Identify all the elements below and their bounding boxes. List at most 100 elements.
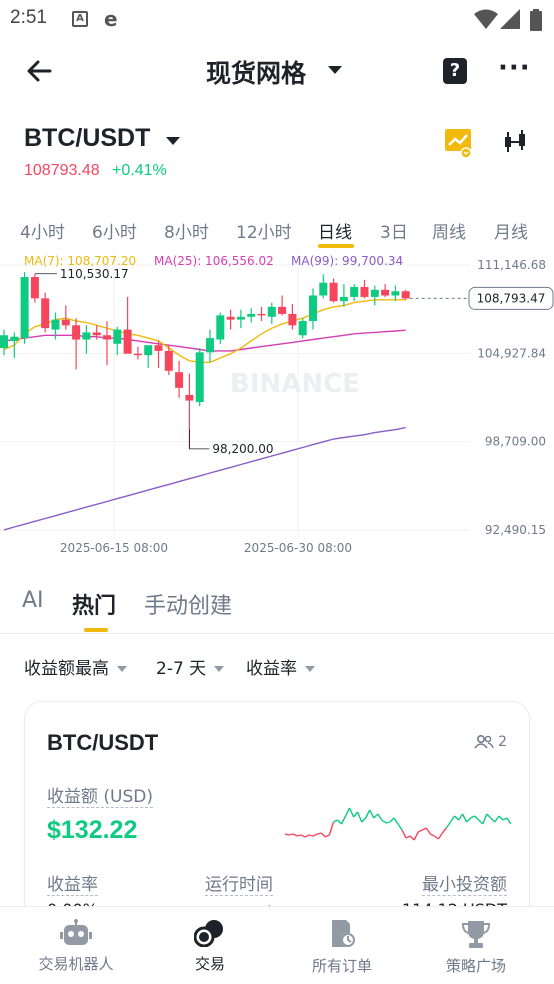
pair-symbol[interactable]: BTC/USDT bbox=[24, 124, 150, 153]
candle-body bbox=[370, 289, 379, 297]
sparkline-segment bbox=[421, 827, 427, 831]
nav-trading-bots-label: 交易机器人 bbox=[38, 955, 114, 973]
sparkline-segment bbox=[336, 819, 342, 825]
chevron-down-icon bbox=[117, 666, 127, 672]
tf-3d[interactable]: 3日 bbox=[380, 218, 408, 243]
candle-body bbox=[247, 313, 256, 317]
pair-dropdown-icon[interactable] bbox=[166, 137, 180, 145]
sparkline-segment bbox=[397, 823, 403, 831]
wifi-icon bbox=[474, 9, 498, 29]
candle-body bbox=[123, 329, 132, 354]
candle-body bbox=[113, 329, 122, 344]
sparkline-segment bbox=[296, 834, 302, 837]
candle-body bbox=[391, 291, 400, 296]
tf-6h[interactable]: 6小时 bbox=[92, 218, 137, 243]
candle-body bbox=[0, 335, 8, 349]
trophy-icon bbox=[461, 921, 491, 948]
card-pair: BTC/USDT bbox=[47, 730, 159, 755]
tf-1d[interactable]: 日线 bbox=[318, 218, 352, 243]
tab-ai[interactable]: AI bbox=[22, 588, 44, 613]
sparkline-segment bbox=[498, 815, 504, 821]
card-users: 2 bbox=[473, 734, 507, 750]
candle-body bbox=[216, 315, 225, 340]
sparkline-segment bbox=[373, 813, 379, 819]
y-tick-label: 104,927.84 bbox=[477, 346, 546, 360]
sparkline-segment bbox=[490, 817, 496, 823]
sparkline-segment bbox=[356, 811, 363, 823]
signal-icon bbox=[500, 9, 520, 29]
card-users-count: 2 bbox=[498, 734, 507, 750]
nav-all-orders-label: 所有订单 bbox=[311, 957, 372, 975]
sparkline-segment bbox=[377, 813, 383, 821]
x-tick-label: 2025-06-15 08:00 bbox=[60, 541, 168, 555]
tab-active-indicator bbox=[84, 628, 108, 632]
y-tick-label: 92,490.15 bbox=[485, 523, 546, 537]
battery-icon bbox=[530, 9, 542, 31]
candlestick-icon[interactable] bbox=[502, 128, 530, 156]
sparkline-segment bbox=[317, 832, 322, 835]
sparkline-segment bbox=[369, 809, 375, 819]
sparkline-segment bbox=[353, 811, 359, 818]
tf-1m[interactable]: 月线 bbox=[494, 218, 528, 243]
sparkline-segment bbox=[292, 833, 298, 837]
filter-metric[interactable]: 收益率 bbox=[246, 654, 315, 679]
sparkline-segment bbox=[433, 835, 439, 840]
candle-body bbox=[103, 335, 111, 340]
tf-4h[interactable]: 4小时 bbox=[20, 218, 65, 243]
bottom-nav: 交易机器人 交易 所有订单 策略广场 bbox=[0, 906, 554, 984]
page-title[interactable]: 现货网格 bbox=[206, 54, 306, 90]
price-chart[interactable]: BINANCE MA(7): 108,707.20 MA(25): 106,55… bbox=[0, 250, 554, 562]
nav-strategy-square[interactable]: 策略广场 bbox=[416, 919, 536, 976]
more-icon[interactable]: ··· bbox=[498, 55, 531, 81]
sparkline-segment bbox=[502, 817, 508, 821]
tf-1w[interactable]: 周线 bbox=[432, 218, 466, 243]
nav-trade[interactable]: 交易 bbox=[150, 919, 270, 974]
tab-manual-create[interactable]: 手动创建 bbox=[144, 588, 232, 620]
sparkline-segment bbox=[454, 815, 460, 821]
sparkline-segment bbox=[417, 829, 423, 833]
high-price-label: 110,530.17 bbox=[60, 267, 129, 281]
low-price-label: 98,200.00 bbox=[212, 442, 273, 456]
robot-icon bbox=[60, 919, 92, 945]
filter-sort[interactable]: 收益额最高 bbox=[24, 654, 127, 679]
tf-12h[interactable]: 12小时 bbox=[236, 218, 292, 243]
back-arrow-icon[interactable] bbox=[24, 56, 54, 86]
grid-chart-icon[interactable] bbox=[444, 128, 474, 158]
candle-body bbox=[206, 338, 214, 353]
candle-body bbox=[133, 353, 142, 356]
sparkline-segment bbox=[409, 835, 415, 841]
candle-body bbox=[185, 394, 194, 401]
candle-body bbox=[381, 289, 390, 296]
help-icon[interactable]: ? bbox=[443, 58, 467, 84]
candle-body bbox=[82, 332, 91, 340]
candle-body bbox=[164, 350, 173, 371]
notification-a-icon: A bbox=[72, 11, 88, 27]
card-profit-value: $132.22 bbox=[47, 816, 138, 844]
sparkline-segment bbox=[449, 815, 456, 823]
sparkline-segment bbox=[389, 817, 395, 823]
sparkline-segment bbox=[429, 833, 435, 837]
candle-body bbox=[195, 352, 204, 403]
sparkline-segment bbox=[441, 827, 447, 834]
candle-body bbox=[360, 286, 369, 297]
candle-body bbox=[401, 291, 410, 299]
title-dropdown-icon[interactable] bbox=[328, 66, 342, 74]
candle-body bbox=[298, 321, 307, 336]
candle-body bbox=[175, 372, 184, 388]
orders-icon bbox=[332, 920, 355, 947]
candle-body bbox=[236, 316, 245, 320]
sparkline-segment bbox=[309, 834, 314, 837]
sparkline-segment bbox=[482, 813, 488, 825]
status-time: 2:51 bbox=[10, 7, 47, 28]
nav-trading-bots[interactable]: 交易机器人 bbox=[16, 919, 136, 974]
sparkline-segment bbox=[425, 827, 431, 835]
nav-all-orders[interactable]: 所有订单 bbox=[282, 919, 402, 976]
tab-hot[interactable]: 热门 bbox=[72, 588, 116, 620]
sparkline-segment bbox=[320, 832, 326, 838]
tf-8h[interactable]: 8小时 bbox=[164, 218, 209, 243]
sparkline-segment bbox=[300, 834, 306, 838]
filter-duration[interactable]: 2-7 天 bbox=[156, 654, 225, 679]
pair-price: 108793.48 bbox=[24, 162, 100, 179]
sparkline-segment bbox=[506, 817, 511, 825]
candle-body bbox=[329, 282, 338, 302]
